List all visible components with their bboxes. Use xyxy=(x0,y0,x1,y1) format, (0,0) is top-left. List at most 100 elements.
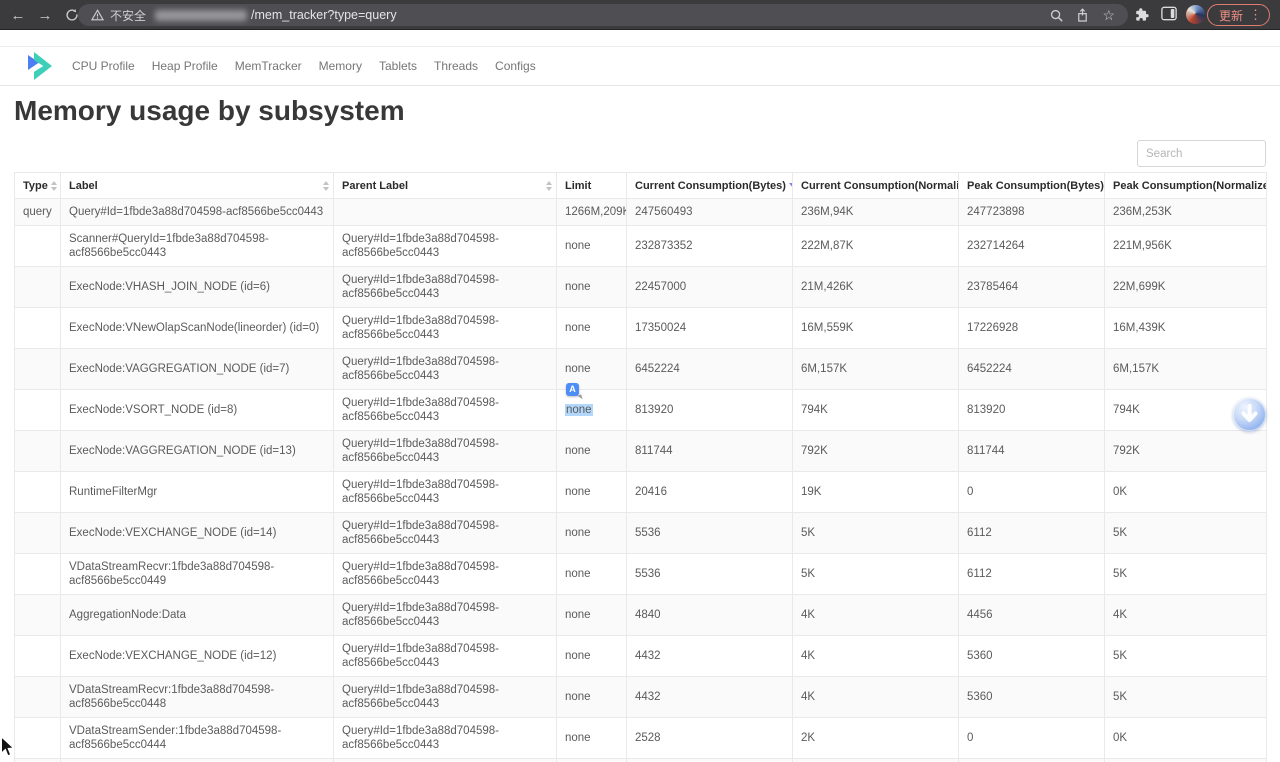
cell-cur-norm: 19K xyxy=(793,472,959,513)
cell-type xyxy=(15,226,61,267)
cell-cur-bytes: 22457000 xyxy=(627,267,793,308)
column-header-current-consumption-normalize: Current Consumption(Normalize) xyxy=(793,173,959,199)
cell-label: ExecNode:VEXCHANGE_NODE (id=14) xyxy=(61,513,334,554)
forward-icon[interactable]: → xyxy=(33,3,57,27)
cell-label: VDataStreamRecvr:1fbde3a88d704598-acf856… xyxy=(61,677,334,718)
cell-label: ExecNode:VEXCHANGE_NODE (id=12) xyxy=(61,636,334,677)
nav-item-heap-profile[interactable]: Heap Profile xyxy=(152,59,218,73)
cell-label: VDataStreamSender:1fbde3a88d704598-acf85… xyxy=(61,759,334,762)
cell-peak-norm: 16M,439K xyxy=(1105,308,1267,349)
zoom-page-icon[interactable] xyxy=(1050,9,1063,22)
cell-parent: Query#Id=1fbde3a88d704598-acf8566be5cc04… xyxy=(334,595,557,636)
cell-type xyxy=(15,554,61,595)
cell-limit: none xyxy=(557,677,627,718)
nav-item-memory[interactable]: Memory xyxy=(319,59,362,73)
cell-parent: Query#Id=1fbde3a88d704598-acf8566be5cc04… xyxy=(334,390,557,431)
cell-cur-norm: 4K xyxy=(793,636,959,677)
cell-peak-norm: 0K xyxy=(1105,472,1267,513)
update-label: 更新 xyxy=(1219,7,1243,24)
cell-peak-bytes: 6452224 xyxy=(959,349,1105,390)
nav-item-threads[interactable]: Threads xyxy=(434,59,478,73)
profile-avatar[interactable] xyxy=(1186,5,1205,24)
cell-cur-norm: 4K xyxy=(793,677,959,718)
page-title: Memory usage by subsystem xyxy=(14,95,405,127)
column-title: Limit xyxy=(565,180,591,192)
column-header-peak-consumption-bytes[interactable]: Peak Consumption(Bytes) xyxy=(959,173,1105,199)
search-input[interactable] xyxy=(1137,140,1266,167)
nav-item-tablets[interactable]: Tablets xyxy=(379,59,417,73)
column-header-peak-consumption-normalize: Peak Consumption(Normalize) xyxy=(1105,173,1267,199)
cell-label: ExecNode:VHASH_JOIN_NODE (id=6) xyxy=(61,267,334,308)
cell-type xyxy=(15,677,61,718)
translate-icon[interactable]: A xyxy=(566,383,581,398)
cell-label: Query#Id=1fbde3a88d704598-acf8566be5cc04… xyxy=(61,199,334,226)
column-header-parent-label[interactable]: Parent Label xyxy=(334,173,557,199)
cell-cur-bytes: 6452224 xyxy=(627,349,793,390)
scroll-down-button[interactable] xyxy=(1233,398,1266,431)
table-row: ExecNode:VEXCHANGE_NODE (id=14)Query#Id=… xyxy=(15,513,1267,554)
cell-peak-norm: 5K xyxy=(1105,636,1267,677)
cell-limit: none xyxy=(557,595,627,636)
update-browser-button[interactable]: 更新 ⋮ xyxy=(1207,4,1270,26)
cell-cur-bytes: 247560493 xyxy=(627,199,793,226)
cell-cur-bytes: 4840 xyxy=(627,595,793,636)
table-row: ExecNode:VNewOlapScanNode(lineorder) (id… xyxy=(15,308,1267,349)
column-header-current-consumption-bytes[interactable]: Current Consumption(Bytes) xyxy=(627,173,793,199)
browser-toolbar: ← → 不安全 /mem_tracker?type=query ☆ xyxy=(0,0,1280,30)
menu-dots-icon: ⋮ xyxy=(1249,7,1262,23)
cell-cur-norm: 5K xyxy=(793,554,959,595)
back-icon[interactable]: ← xyxy=(6,3,30,27)
address-bar[interactable]: 不安全 /mem_tracker?type=query ☆ xyxy=(78,4,1128,26)
cell-cur-norm: 794K xyxy=(793,390,959,431)
cell-cur-norm: 792K xyxy=(793,431,959,472)
cell-peak-bytes: 5360 xyxy=(959,636,1105,677)
cell-cur-norm: 2K xyxy=(793,718,959,759)
not-secure-label: 不安全 xyxy=(110,7,146,24)
cell-type xyxy=(15,759,61,762)
cell-label: ExecNode:VNewOlapScanNode(lineorder) (id… xyxy=(61,308,334,349)
table-row: ExecNode:VEXCHANGE_NODE (id=12)Query#Id=… xyxy=(15,636,1267,677)
cell-cur-bytes: 811744 xyxy=(627,431,793,472)
cell-peak-norm: 4K xyxy=(1105,595,1267,636)
selected-text: none xyxy=(565,404,593,416)
column-header-label[interactable]: Label xyxy=(61,173,334,199)
cell-type xyxy=(15,595,61,636)
table-row: VDataStreamRecvr:1fbde3a88d704598-acf856… xyxy=(15,677,1267,718)
nav-menu: CPU Profile Heap Profile MemTracker Memory T… xyxy=(72,59,536,73)
nav-item-cpu-profile[interactable]: CPU Profile xyxy=(72,59,135,73)
cell-limit: none xyxy=(557,513,627,554)
cell-type xyxy=(15,390,61,431)
table-row: ExecNode:VSORT_NODE (id=8)Query#Id=1fbde… xyxy=(15,390,1267,431)
cell-type xyxy=(15,431,61,472)
cell-peak-bytes: 4456 xyxy=(959,595,1105,636)
cell-peak-bytes: 23785464 xyxy=(959,267,1105,308)
url-path: /mem_tracker?type=query xyxy=(251,8,397,22)
column-title: Current Consumption(Normalize) xyxy=(801,180,959,192)
extensions-puzzle-icon[interactable] xyxy=(1134,6,1151,23)
doris-logo-icon[interactable] xyxy=(28,52,52,80)
share-icon[interactable] xyxy=(1076,8,1089,22)
cell-peak-norm: 0K xyxy=(1105,718,1267,759)
cell-parent: Query#Id=1fbde3a88d704598-acf8566be5cc04… xyxy=(334,349,557,390)
nav-item-configs[interactable]: Configs xyxy=(495,59,536,73)
cell-label: Scanner#QueryId=1fbde3a88d704598-acf8566… xyxy=(61,226,334,267)
cell-type xyxy=(15,513,61,554)
table-row: RuntimeFilterMgrQuery#Id=1fbde3a88d70459… xyxy=(15,472,1267,513)
cell-peak-bytes: 247723898 xyxy=(959,199,1105,226)
column-header-type[interactable]: Type xyxy=(15,173,61,199)
cell-peak-bytes: 811744 xyxy=(959,431,1105,472)
cell-limit: none xyxy=(557,472,627,513)
cell-cur-norm: 4K xyxy=(793,595,959,636)
cell-parent: Query#Id=1fbde3a88d704598-acf8566be5cc04… xyxy=(334,267,557,308)
cell-cur-norm xyxy=(793,759,959,762)
cell-limit: none xyxy=(557,554,627,595)
cell-label: VDataStreamSender:1fbde3a88d704598-acf85… xyxy=(61,718,334,759)
nav-item-memtracker[interactable]: MemTracker xyxy=(235,59,302,73)
cell-peak-bytes: 813920 xyxy=(959,390,1105,431)
bookmark-star-icon[interactable]: ☆ xyxy=(1102,7,1115,24)
cell-peak-norm: 5K xyxy=(1105,513,1267,554)
cell-cur-bytes: 4432 xyxy=(627,677,793,718)
cell-parent: Query#Id=1fbde3a88d704598-acf8566be5cc04… xyxy=(334,513,557,554)
cell-cur-bytes: 232873352 xyxy=(627,226,793,267)
side-panel-icon[interactable] xyxy=(1161,6,1177,21)
